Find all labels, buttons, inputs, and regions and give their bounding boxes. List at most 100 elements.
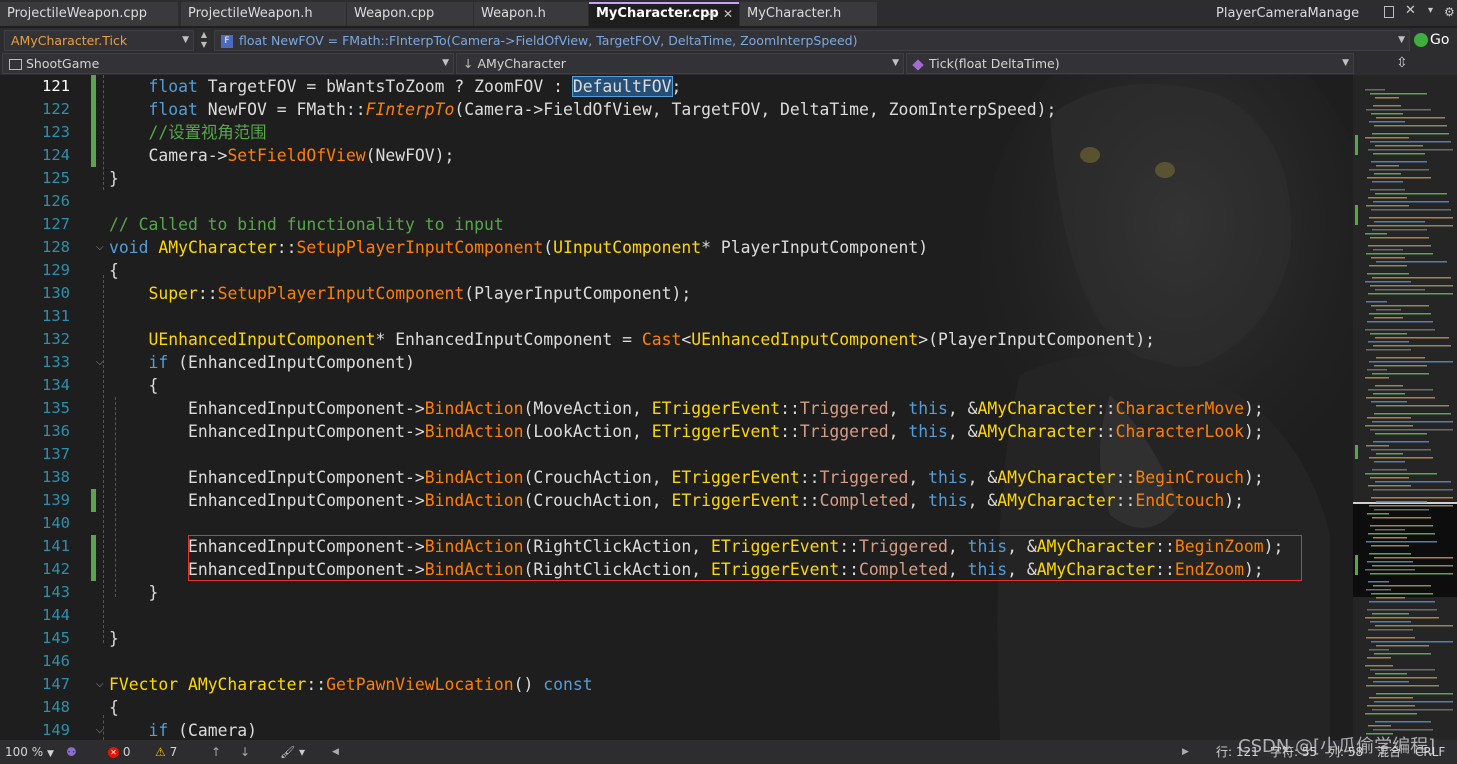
code-line[interactable]: }: [109, 627, 1283, 650]
code-line[interactable]: }: [109, 167, 1283, 190]
minimap-line: [1373, 393, 1405, 395]
code-token: (RightClickAction,: [523, 560, 711, 579]
minimap-line: [1375, 385, 1403, 387]
zoom-level[interactable]: 100 % ▼: [5, 742, 54, 764]
error-count[interactable]: ✕ 0: [108, 742, 130, 762]
code-line[interactable]: // Called to bind functionality to input: [109, 213, 1283, 236]
scope-dropdown[interactable]: AMyCharacter.Tick ▼: [4, 30, 194, 51]
tab-label: ProjectileWeapon.cpp: [7, 6, 147, 21]
minimap-line: [1368, 677, 1437, 679]
code-token: * EnhancedInputComponent =: [375, 330, 642, 349]
code-line[interactable]: [109, 305, 1283, 328]
minimap-line: [1366, 589, 1391, 591]
statement-dropdown[interactable]: Ffloat NewFOV = FMath::FInterpTo(Camera-…: [214, 30, 1410, 51]
tab-projectileweapon-cpp[interactable]: ProjectileWeapon.cpp: [0, 2, 178, 26]
code-cleanup-icon[interactable]: 🖌 ▾: [280, 742, 305, 762]
pin-icon[interactable]: ⊸: [705, 4, 715, 24]
code-line[interactable]: EnhancedInputComponent->BindAction(MoveA…: [109, 397, 1283, 420]
code-token: AMyCharacter: [1036, 560, 1156, 579]
code-line[interactable]: EnhancedInputComponent->BindAction(Crouc…: [109, 489, 1283, 512]
scope-spinner[interactable]: ▲ ▼: [198, 30, 210, 51]
scroll-left-icon[interactable]: ◀: [332, 742, 339, 762]
code-line[interactable]: if (EnhancedInputComponent): [109, 351, 1283, 374]
scroll-right-icon[interactable]: ▶: [1182, 742, 1189, 762]
code-line[interactable]: [109, 512, 1283, 535]
line-number: 138: [42, 468, 70, 486]
tab-label: PlayerCameraManager.h: [1216, 6, 1359, 21]
member-dropdown[interactable]: Tick(float DeltaTime) ▼: [906, 53, 1354, 74]
code-line[interactable]: void AMyCharacter::SetupPlayerInputCompo…: [109, 236, 1283, 259]
code-token: ::: [1095, 422, 1116, 441]
intellicode-icon[interactable]: ⚉: [66, 742, 77, 762]
minimap-line: [1374, 509, 1429, 511]
tab-list-dropdown-icon[interactable]: ▾: [1428, 5, 1433, 16]
code-text[interactable]: float TargetFOV = bWantsToZoom ? ZoomFOV…: [109, 75, 1283, 740]
code-token: UEnhancedInputComponent: [691, 330, 919, 349]
tab-weapon-h[interactable]: Weapon.h: [474, 2, 588, 26]
minimap-line: [1365, 377, 1389, 379]
code-line[interactable]: FVector AMyCharacter::GetPawnViewLocatio…: [109, 673, 1283, 696]
settings-gear-icon[interactable]: ⚙: [1444, 5, 1455, 19]
tab-mycharacter-cpp[interactable]: MyCharacter.cpp ⊸ ✕: [589, 2, 739, 26]
minimap-line: [1373, 105, 1401, 107]
next-issue-arrow-icon[interactable]: ↓: [240, 742, 250, 762]
line-number: 129: [42, 261, 70, 279]
code-line[interactable]: Super::SetupPlayerInputComponent(PlayerI…: [109, 282, 1283, 305]
tab-playercameramanager-h[interactable]: PlayerCameraManager.h: [1209, 2, 1359, 26]
code-token: this: [967, 537, 1008, 556]
fold-toggle-icon[interactable]: ⌵: [96, 679, 104, 690]
pin-icon[interactable]: [1384, 6, 1394, 18]
previous-issue-arrow-icon[interactable]: ↑: [211, 742, 221, 762]
code-line[interactable]: EnhancedInputComponent->BindAction(Right…: [109, 535, 1283, 558]
tab-mycharacter-h[interactable]: MyCharacter.h: [740, 2, 877, 26]
code-line[interactable]: {: [109, 696, 1283, 719]
fold-toggle-icon[interactable]: ⌵: [96, 242, 104, 253]
code-token: (LookAction,: [523, 422, 652, 441]
code-line[interactable]: {: [109, 259, 1283, 282]
code-line[interactable]: EnhancedInputComponent->BindAction(Right…: [109, 558, 1283, 581]
go-button[interactable]: Go: [1414, 30, 1454, 51]
code-line[interactable]: EnhancedInputComponent->BindAction(Crouc…: [109, 466, 1283, 489]
code-minimap[interactable]: [1353, 75, 1457, 740]
code-token: ::: [780, 422, 800, 441]
code-token: TargetFOV = bWantsToZoom ? ZoomFOV :: [207, 77, 573, 96]
code-token: , &: [947, 399, 978, 418]
tab-projectileweapon-h[interactable]: ProjectileWeapon.h: [181, 2, 346, 26]
code-token: ::: [799, 468, 820, 487]
code-line[interactable]: [109, 443, 1283, 466]
minimap-line: [1367, 657, 1391, 659]
close-icon[interactable]: ✕: [1405, 3, 1416, 18]
code-line[interactable]: EnhancedInputComponent->BindAction(LookA…: [109, 420, 1283, 443]
code-line[interactable]: [109, 604, 1283, 627]
minimap-line: [1374, 317, 1403, 319]
code-line[interactable]: float NewFOV = FMath::FInterpTo(Camera->…: [109, 98, 1283, 121]
member-label: Tick(float DeltaTime): [929, 56, 1060, 71]
code-line[interactable]: //设置视角范围: [109, 121, 1283, 144]
code-token: ::: [1095, 399, 1116, 418]
minimap-line: [1375, 289, 1425, 291]
minimap-line: [1369, 217, 1453, 219]
code-line[interactable]: if (Camera): [109, 719, 1283, 740]
code-line[interactable]: }: [109, 581, 1283, 604]
warning-count[interactable]: ⚠ 7: [155, 742, 177, 762]
code-line[interactable]: UEnhancedInputComponent * EnhancedInputCo…: [109, 328, 1283, 351]
tab-weapon-cpp[interactable]: Weapon.cpp: [347, 2, 473, 26]
code-line[interactable]: Camera->SetFieldOfView(NewFOV);: [109, 144, 1283, 167]
split-window-icon[interactable]: ⇳: [1396, 55, 1408, 71]
class-dropdown[interactable]: ↓ AMyCharacter ▼: [456, 53, 904, 74]
code-line[interactable]: [109, 190, 1283, 213]
code-line[interactable]: {: [109, 374, 1283, 397]
project-dropdown[interactable]: ShootGame ▼: [2, 53, 454, 74]
code-line[interactable]: [109, 650, 1283, 673]
minimap-line: [1375, 721, 1431, 723]
code-token: );: [1243, 399, 1264, 418]
minimap-line: [1376, 405, 1449, 407]
context-navigation-bar: ShootGame ▼ ↓ AMyCharacter ▼ Tick(float D…: [0, 53, 1457, 75]
close-tab-icon[interactable]: ✕: [723, 4, 733, 24]
code-editor[interactable]: 121 122 123 124 125 126 127 128 129 130 131 132 133 1…: [0, 75, 1353, 740]
code-line[interactable]: float TargetFOV = bWantsToZoom ? ZoomFOV…: [109, 75, 1283, 98]
minimap-line: [1372, 181, 1403, 183]
